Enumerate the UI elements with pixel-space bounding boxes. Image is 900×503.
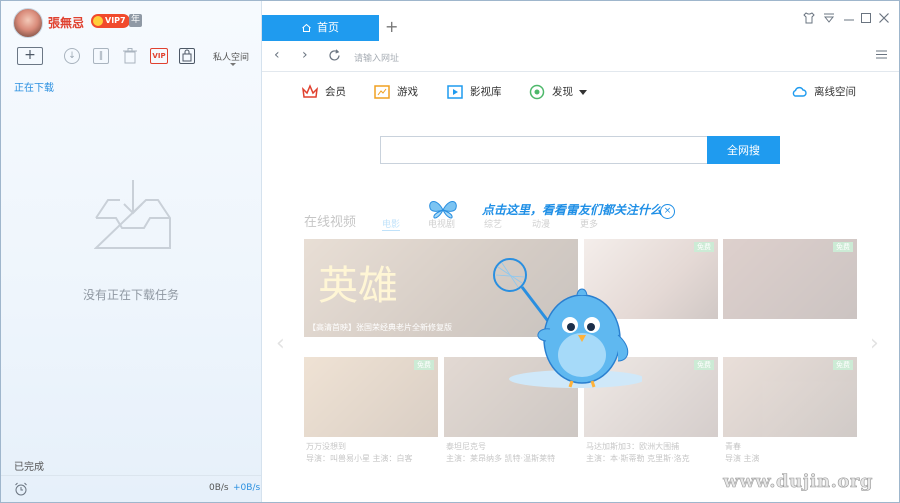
download-speed: 0B/s [209,483,229,493]
search-button[interactable]: 全网搜 [707,136,780,164]
card-subtitle: 主演：本·斯蒂勒 克里斯·洛克 [586,454,690,463]
category-discover[interactable]: 发现 [529,83,589,101]
maximize-icon[interactable] [860,12,872,24]
dropdown-menu-icon[interactable] [823,12,835,24]
free-badge: 免费 [694,242,714,252]
category-vip[interactable]: 会员 [302,83,362,101]
video-card[interactable]: 免费 [304,357,438,437]
new-task-button[interactable]: + [17,47,43,65]
alarm-clock-icon[interactable] [14,482,28,496]
new-tab-button[interactable]: + [385,17,398,36]
avatar[interactable] [13,8,43,38]
card-subtitle: 导演 主演 [725,454,760,463]
status-bar: 0B/s +0B/s [1,475,261,502]
card-caption: 【高清首映】张国荣经典老片全新修复版 [308,323,452,332]
vip-accelerate-icon[interactable]: VIP [150,48,168,64]
search-box: 全网搜 [380,136,780,164]
feature-logo-art: 英雄 [318,263,398,309]
back-icon[interactable]: ‹ [274,48,280,62]
promo-close-button[interactable]: × [660,204,675,219]
film-icon [447,85,463,99]
card-title[interactable]: 万万没想到 [306,441,346,452]
start-download-icon[interactable]: ↓ [64,48,80,64]
category-bar: 会员 游戏 影视库 发现 离线空间 [262,79,899,105]
pause-icon[interactable]: ‖ [93,48,109,64]
chevron-down-icon[interactable] [579,90,587,95]
category-film-library[interactable]: 影视库 [447,83,517,101]
video-card[interactable]: 免费 [723,357,857,437]
hamburger-menu-icon[interactable] [876,49,887,60]
user-bar: 張無忌 VIP7 年 [1,1,261,41]
card-subtitle: 导演：叫兽易小星 主演：白客 [306,454,413,463]
free-badge: 免费 [414,360,434,370]
card-title[interactable]: 马达加斯加3：欧洲大围捕 [586,441,679,452]
address-bar: ‹ › 请输入网址 [262,41,899,72]
home-icon [302,24,311,32]
butterfly-icon [429,201,457,219]
minimize-icon[interactable] [843,12,855,24]
xunlei-window: 張無忌 VIP7 年 + ↓ ‖ VIP 私人空间 正在下载 没有正在下载任务 [0,0,900,503]
chevron-down-icon[interactable] [230,63,236,66]
browser-panel: 首页 + ‹ › 请输入网址 会员 游戏 影视库 发现 离线空间 全网搜 在线视… [262,1,899,502]
empty-tray-icon [94,180,171,249]
category-label: 影视库 [470,86,502,98]
private-space-button[interactable]: 私人空间 [213,50,249,63]
free-badge: 免费 [833,242,853,252]
game-icon [374,85,390,99]
skin-icon[interactable] [803,12,815,24]
free-badge: 免费 [694,360,714,370]
category-games[interactable]: 游戏 [374,83,434,101]
tab-home-label: 首页 [317,21,339,34]
discover-icon [529,84,545,100]
url-input[interactable]: 请输入网址 [354,51,399,64]
section-tab[interactable]: 动漫 [532,217,550,230]
section-tab[interactable]: 综艺 [484,217,502,230]
free-badge: 免费 [833,360,853,370]
search-input[interactable] [380,136,707,164]
downloading-tab[interactable]: 正在下载 [14,79,54,94]
category-label: 发现 [552,86,573,98]
category-label: 游戏 [397,86,418,98]
year-badge: 年 [129,14,142,27]
watermark-text: www.dujin.org [723,471,873,493]
category-label: 会员 [325,86,346,98]
cloud-icon [792,86,807,97]
close-icon[interactable] [878,12,890,24]
card-subtitle: 主演：莱昂纳多 凯特·温斯莱特 [446,454,556,463]
promo-link[interactable]: 点击这里，看看雷友们都关注什么 [482,201,662,218]
tab-home[interactable]: 首页 [262,15,379,41]
delete-icon[interactable] [122,48,138,64]
video-card[interactable]: 免费 [723,239,857,319]
vip-badge[interactable]: VIP7 [91,14,130,28]
completed-tab[interactable]: 已完成 [14,458,44,473]
empty-state-text: 没有正在下载任务 [82,288,179,302]
upload-speed: +0B/s [233,483,261,493]
carousel-prev-icon[interactable]: ‹ [276,331,285,356]
carousel-next-icon[interactable]: › [870,331,879,356]
lock-icon[interactable] [179,48,195,64]
card-title[interactable]: 青春 [725,441,741,452]
refresh-icon[interactable] [328,49,341,62]
crown-icon [302,84,318,98]
section-title: 在线视频 [304,215,357,230]
section-tab[interactable]: 电影 [382,217,401,231]
download-panel: 張無忌 VIP7 年 + ↓ ‖ VIP 私人空间 正在下载 没有正在下载任务 [1,1,262,502]
category-offline-space[interactable]: 离线空间 [791,83,866,101]
bird-mascot-icon[interactable] [482,251,642,391]
tab-bar: 首页 + [262,1,899,41]
category-label: 离线空间 [814,86,856,98]
forward-icon[interactable]: › [302,48,308,62]
section-tab[interactable]: 更多 [580,217,598,230]
username[interactable]: 張無忌 [48,14,84,31]
card-title[interactable]: 泰坦尼克号 [446,441,486,452]
